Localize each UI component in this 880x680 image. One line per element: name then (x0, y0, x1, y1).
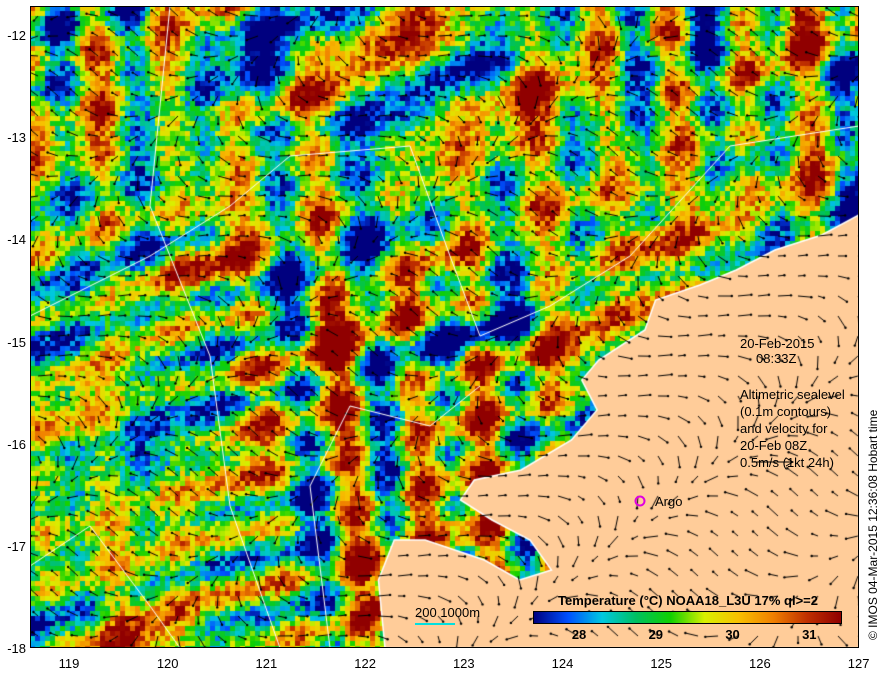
legend-line: Altimetric sealevel (740, 387, 845, 402)
x-tick-label: 123 (452, 656, 475, 671)
y-tick-label: -17 (7, 539, 26, 554)
y-tick-label: -12 (7, 28, 26, 43)
argo-float-marker-icon (634, 495, 646, 507)
y-tick-label: -14 (7, 232, 26, 248)
depth-contour-key (415, 623, 455, 625)
y-tick-label: -18 (7, 641, 26, 657)
sst-map (30, 6, 859, 648)
x-tick-label: 124 (551, 656, 574, 671)
y-tick-label: -15 (7, 334, 26, 350)
y-tick-label: -13 (7, 130, 26, 146)
colorbar-title: Temperature (°C) NOAA18_L3U 17% ql>=2 (558, 593, 818, 608)
legend-line: 20-Feb 08Z (740, 438, 808, 453)
colorbar (533, 611, 842, 624)
legend-line: (0.1m contours) (740, 404, 832, 419)
velocity-scale-arrow-icon (753, 457, 795, 467)
colorbar-tick-label: 29 (648, 627, 664, 642)
scale-label: 200 1000m (415, 605, 481, 620)
x-tick-label: 127 (847, 656, 870, 671)
colorbar-tick-label: 28 (571, 627, 587, 642)
x-tick-label: 125 (650, 656, 673, 671)
x-tick-label: 122 (354, 656, 376, 671)
x-tick-label: 119 (58, 656, 80, 671)
time-label: 08:33Z (756, 351, 797, 366)
colorbar-tick-label: 30 (725, 627, 740, 642)
x-tick-label: 126 (749, 656, 771, 671)
x-tick-label: 121 (255, 656, 278, 671)
colorbar-tick-label: 31 (802, 627, 817, 642)
y-tick-label: -16 (7, 436, 26, 452)
x-tick-label: 120 (156, 656, 179, 671)
argo-label: Argo (655, 494, 683, 509)
credit-text: © IMOS 04-Mar-2015 12:36:08 Hobart time (866, 409, 880, 640)
legend-line: and velocity for (740, 421, 828, 436)
